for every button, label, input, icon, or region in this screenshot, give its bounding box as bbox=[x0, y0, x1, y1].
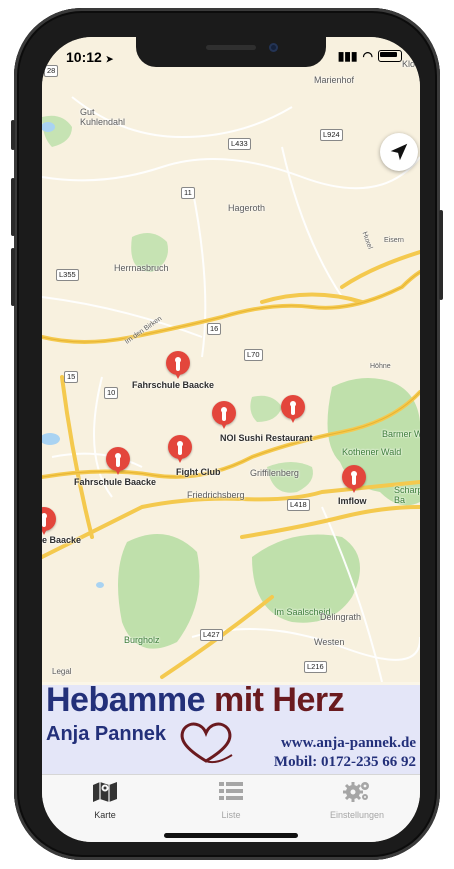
place-label: Burgholz bbox=[124, 635, 160, 645]
location-arrow-icon bbox=[390, 143, 408, 161]
place-label: Eisern bbox=[384, 237, 404, 244]
place-label: Höhne bbox=[370, 363, 391, 370]
legal-link[interactable]: Legal bbox=[52, 667, 72, 676]
tab-label: Karte bbox=[94, 810, 116, 820]
heart-logo bbox=[180, 722, 233, 764]
map-pin[interactable] bbox=[106, 447, 130, 479]
ad-banner[interactable]: Hebamme mit Herz Anja Pannek www.anja-pa… bbox=[42, 681, 420, 774]
current-location-button[interactable] bbox=[380, 133, 418, 171]
map-pin[interactable] bbox=[166, 351, 190, 383]
road-shield: 15 bbox=[64, 371, 79, 383]
place-label: Westen bbox=[314, 637, 345, 647]
place-label: Kothener Wald bbox=[342, 447, 402, 457]
signal-icon: ▮▮▮ bbox=[337, 49, 358, 63]
home-indicator[interactable] bbox=[164, 833, 298, 838]
status-bar: 10:12 ➤ ▮▮▮ ◠ bbox=[42, 37, 420, 73]
status-time: 10:12 ➤ bbox=[66, 49, 113, 65]
pin-label[interactable]: Fahrschule Baacke bbox=[132, 380, 214, 390]
gears-icon bbox=[343, 782, 369, 802]
road-shield: L924 bbox=[320, 129, 343, 141]
wifi-icon: ◠ bbox=[362, 49, 373, 63]
banner-phone[interactable]: Mobil: 0172-235 66 92 bbox=[274, 754, 416, 771]
map-pin[interactable] bbox=[342, 465, 366, 497]
pin-label[interactable]: Imflow bbox=[338, 496, 367, 506]
map-icon bbox=[93, 782, 117, 802]
tab-einstellungen[interactable]: Einstellungen bbox=[294, 779, 420, 820]
pin-label[interactable]: Fight Club bbox=[176, 467, 221, 477]
road-shield: L427 bbox=[200, 629, 223, 641]
tab-bar: Karte Liste Einstellungen bbox=[42, 774, 420, 842]
volume-up-button bbox=[11, 178, 15, 236]
tab-label: Liste bbox=[221, 810, 241, 820]
location-arrow-icon: ➤ bbox=[105, 54, 114, 64]
map-canvas bbox=[42, 37, 420, 682]
tab-label: Einstellungen bbox=[329, 810, 385, 820]
place-label: Gut Kuhlendahl bbox=[80, 107, 126, 127]
road-shield: 10 bbox=[104, 387, 119, 399]
banner-name: Anja Pannek bbox=[46, 723, 167, 745]
place-label: Hageroth bbox=[228, 203, 266, 213]
road-shield: L418 bbox=[287, 499, 310, 511]
road-shield: L70 bbox=[244, 349, 263, 361]
pin-label[interactable]: Fahrschule Baacke bbox=[74, 477, 156, 487]
road-shield: L216 bbox=[304, 661, 327, 673]
tab-karte[interactable]: Karte bbox=[42, 779, 168, 820]
banner-title: Hebamme mit Herz bbox=[46, 681, 345, 720]
volume-down-button bbox=[11, 248, 15, 306]
tab-liste[interactable]: Liste bbox=[168, 779, 294, 820]
banner-website[interactable]: www.anja-pannek.de bbox=[281, 735, 416, 752]
map-pin[interactable] bbox=[281, 395, 305, 427]
map-pin[interactable] bbox=[212, 401, 236, 433]
mute-switch bbox=[11, 120, 15, 150]
banner-title-part1: Hebamme bbox=[46, 681, 206, 719]
place-label: Griffilenberg bbox=[250, 468, 299, 478]
place-label: Herrnasbruch bbox=[114, 263, 169, 273]
road-shield: 16 bbox=[207, 323, 222, 335]
map-pin[interactable] bbox=[168, 435, 192, 467]
place-label: Friedrichsberg bbox=[187, 490, 245, 500]
road-shield: L433 bbox=[228, 138, 251, 150]
banner-title-part2: mit Herz bbox=[213, 681, 345, 719]
road-shield: L355 bbox=[56, 269, 79, 281]
place-label: Marienhof bbox=[314, 75, 355, 85]
screen: Marienhof Gut Kuhlendahl Hageroth Herrnas… bbox=[42, 37, 420, 842]
map-view[interactable]: Marienhof Gut Kuhlendahl Hageroth Herrnas… bbox=[42, 37, 420, 682]
time-text: 10:12 bbox=[66, 49, 102, 65]
status-icons: ▮▮▮ ◠ bbox=[338, 49, 402, 63]
place-label: Delingrath bbox=[320, 612, 362, 622]
place-label: Barmer W bbox=[382, 429, 420, 439]
place-label: Scharp Ba bbox=[394, 485, 420, 505]
road-shield: 11 bbox=[181, 187, 195, 199]
pin-label[interactable]: e Baacke bbox=[42, 535, 81, 545]
side-button bbox=[439, 210, 443, 300]
pin-label[interactable]: NOI Sushi Restaurant bbox=[220, 433, 313, 443]
battery-icon bbox=[378, 50, 402, 62]
list-icon bbox=[219, 782, 243, 800]
